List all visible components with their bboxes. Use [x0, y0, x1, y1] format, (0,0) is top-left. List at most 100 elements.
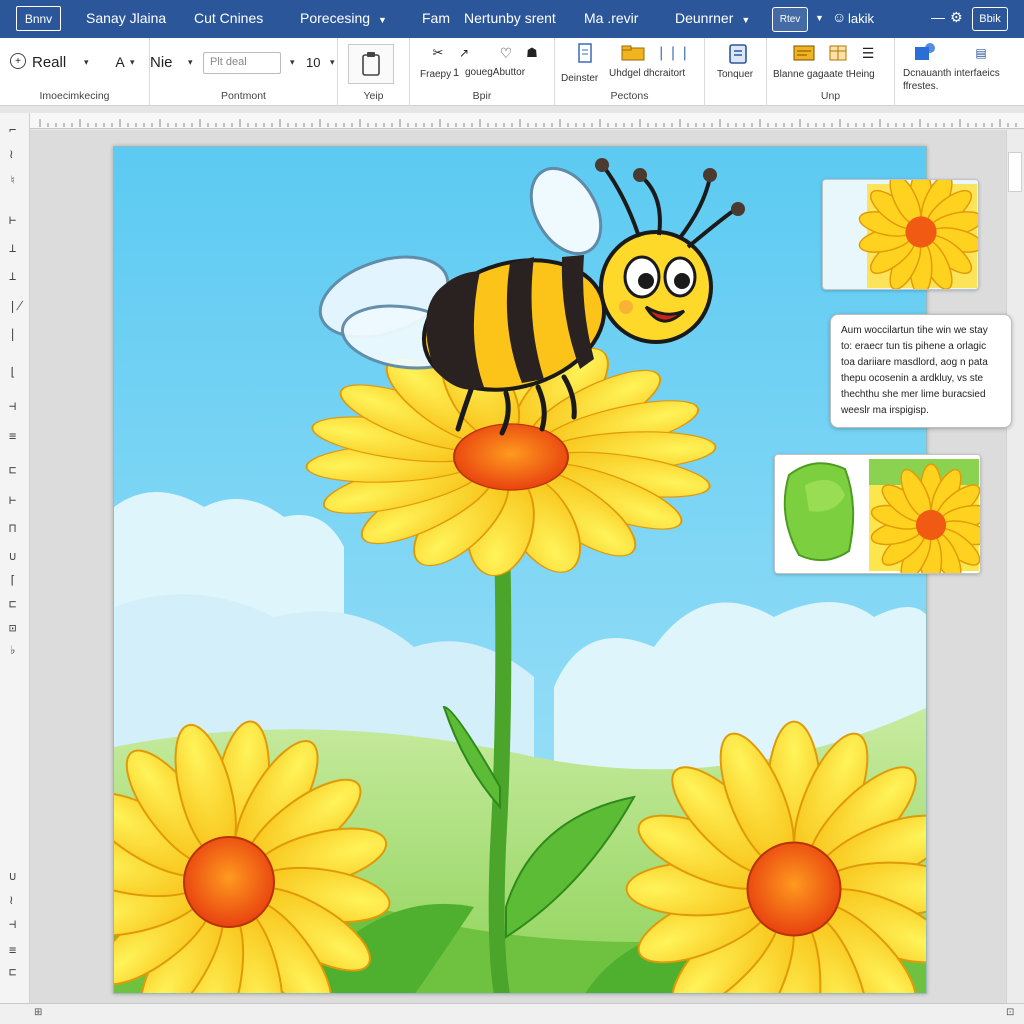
menu-item-1[interactable]: Sanay Jlaina [86, 10, 166, 26]
note-line-5: thechthu she mer lime buracsied [841, 389, 986, 400]
chevron-down-icon[interactable]: ▾ [290, 57, 295, 68]
note-panel[interactable]: Aum woccilartun tihe win we stay to: era… [830, 314, 1012, 428]
smile-icon: ☺ [832, 9, 847, 25]
paragraph-caption-3[interactable]: gouegAbuttor [465, 67, 525, 78]
menu-item-3[interactable]: Porecesing ▼ [300, 10, 387, 26]
zoom-icon[interactable]: ⊡ [1006, 1007, 1014, 1018]
ruler-mark: ⊥ [9, 269, 17, 283]
menu-item-3-label: Porecesing [300, 10, 371, 26]
ribbon-group-label-5: Pectons [610, 90, 649, 102]
books-icon[interactable]: ❘❘❘ [655, 42, 690, 62]
font-search-input[interactable]: Plt deal [203, 52, 281, 74]
share-button[interactable]: Rtev [772, 7, 808, 32]
clipboard-list-shape [729, 44, 747, 64]
note-line-6: weeslr ma irspigisp. [841, 405, 929, 416]
menu-item-2[interactable]: Cut Cnines [194, 10, 263, 26]
chevron-down-icon[interactable]: ▾ [130, 57, 135, 68]
ribbon-group-label-1: Imoecimkecing [39, 90, 110, 102]
document-icon[interactable] [577, 42, 593, 64]
heart-icon[interactable]: ♡ [496, 43, 516, 63]
ruler-mark: ♭ [9, 643, 17, 657]
horizontal-ruler[interactable] [30, 113, 1024, 129]
ruler-mark: ⊢ [9, 213, 17, 227]
sunflower-thumbnail [823, 180, 978, 289]
chevron-down-icon[interactable]: ▾ [330, 57, 335, 68]
ruler-mark: ⌐ [9, 123, 17, 137]
ribbon-group-6: Tonquer [705, 38, 767, 106]
list-icon[interactable]: ▤ [971, 44, 991, 62]
group8-caption-1[interactable]: Dcnauanth interfaeics [903, 68, 1000, 79]
ribbon-group-1: + Reall ▾ A ▾ Imoecimkecing [0, 38, 150, 106]
bee-cheek [619, 300, 633, 314]
note-line-4: thepu ocosenin a ardkluy, vs ste [841, 373, 984, 384]
group8-caption-2[interactable]: ffrestes. [903, 81, 938, 92]
app-menu-button[interactable]: Bnnv [16, 6, 61, 31]
window-box-button[interactable]: Bbik [972, 7, 1008, 31]
vertical-ruler[interactable]: ⌐ ≀ ♮ ⊢ ⟂ ⊥ ∤ | ⌊ ⊣ ≡ ⊏ ⊢ ⊓ ∪ ⌈ ⊏ ⊡ ♭ ∪ … [0, 113, 30, 1003]
flower-center [746, 841, 842, 937]
title-menu-bar: Bnnv Sanay Jlaina Cut Cnines Porecesing ▼… [0, 0, 1024, 38]
image-thumbnail-2[interactable] [774, 454, 981, 574]
ruler-mark: ⌊ [9, 365, 17, 379]
ruler-mark: ≀ [9, 147, 14, 161]
picture-icon[interactable] [793, 44, 815, 62]
antenna-tip [633, 168, 647, 182]
ribbon-group-label-3: Yeip [363, 90, 384, 102]
layout-caption[interactable]: Blanne gagaate tHeing [773, 69, 875, 80]
picture-shape [793, 45, 815, 61]
image-thumbnail-1[interactable] [822, 179, 979, 290]
ruler-mark: | [9, 327, 17, 341]
thumb-center [905, 216, 937, 248]
minimize-icon[interactable]: — [931, 9, 945, 25]
ribbon-group-4: ✂ ↗ ♡ ☗ Fraepy 1 gouegAbuttor Bpir [410, 38, 555, 106]
ruler-mark: ≡ [9, 429, 17, 443]
menu-item-7[interactable]: Deunrner ▼ [675, 10, 750, 26]
antenna-tip [703, 168, 717, 182]
font-color-icon[interactable]: A [111, 52, 129, 72]
ruler-mark: ⊣ [9, 917, 17, 931]
settings-icon[interactable]: ⚙ [950, 9, 963, 26]
menu-item-6[interactable]: Ma .revir [584, 10, 638, 26]
ruler-mark: ∤ [9, 299, 24, 313]
font-style-dropdown[interactable]: Nie [150, 54, 173, 71]
bee-pupil-right [674, 273, 690, 289]
align-icon[interactable]: ☰ [859, 43, 877, 63]
clipboard-list-icon[interactable] [727, 41, 749, 65]
folder-shape [621, 45, 645, 61]
editing-caption[interactable]: Tonquer [717, 69, 753, 80]
arrow-icon[interactable]: ↗ [452, 44, 476, 62]
chevron-down-icon[interactable]: ▾ [84, 57, 89, 68]
ruler-mark: ⊏ [9, 463, 17, 477]
styles-caption-1[interactable]: Deinster [561, 73, 598, 84]
paste-icon[interactable]: + [10, 53, 26, 69]
leaf-sunflower-thumbnail [775, 455, 980, 573]
paragraph-caption-2[interactable]: 1 [453, 67, 459, 79]
table-icon[interactable] [829, 44, 847, 62]
font-name-dropdown[interactable]: Reall [32, 54, 66, 71]
paragraph-caption-1[interactable]: Fraepy [420, 69, 451, 80]
font-size-dropdown[interactable]: 10 [306, 55, 320, 70]
menu-item-4[interactable]: Fam [422, 10, 450, 26]
folder-icon[interactable] [621, 44, 645, 62]
shapes-shape [915, 43, 935, 60]
ruler-mark: ⊡ [9, 621, 17, 635]
vertical-scrollbar[interactable] [1006, 130, 1024, 1003]
styles-caption-2[interactable]: Uhdgel dhcraitort [609, 68, 685, 79]
ruler-mark: ≀ [9, 893, 14, 907]
ribbon-group-2: Nie ▾ Plt deal ▾ 10 ▾ Pontmont [150, 38, 338, 106]
ruler-mark: ∪ [9, 869, 17, 883]
scissors-icon[interactable]: ✂ [424, 44, 452, 62]
status-bar: ⊞ ⊡ [0, 1003, 1024, 1024]
ruler-mark: ♮ [9, 173, 17, 187]
ruler-mark: ⊢ [9, 493, 17, 507]
menu-item-7-label: Deunrner [675, 10, 734, 26]
chevron-down-icon[interactable]: ▼ [815, 13, 824, 23]
scrollbar-thumb[interactable] [1008, 152, 1022, 192]
shapes-icon[interactable] [913, 42, 937, 62]
menu-item-5[interactable]: Nertunby srent [464, 10, 556, 26]
chevron-down-icon[interactable]: ▾ [188, 57, 193, 68]
user-label[interactable]: lakik [848, 11, 874, 26]
styles-gallery-button[interactable] [348, 44, 394, 84]
bee-pupil-left [638, 273, 654, 289]
people-icon[interactable]: ☗ [522, 43, 542, 63]
